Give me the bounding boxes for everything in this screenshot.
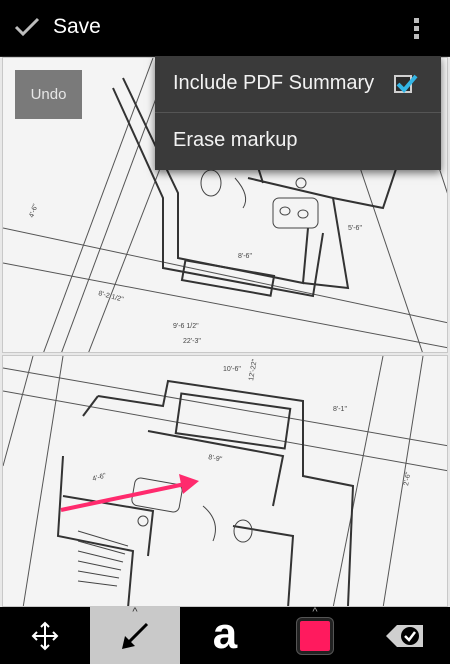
overflow-menu: Include PDF Summary Erase markup xyxy=(155,56,441,170)
erase-markup-item[interactable]: Erase markup xyxy=(155,113,441,169)
color-swatch-icon xyxy=(297,617,333,654)
caret-up-icon: ^ xyxy=(132,606,138,618)
dimension-text: 5'-6" xyxy=(348,225,362,232)
include-pdf-summary-label: Include PDF Summary xyxy=(173,72,375,94)
dimension-text: 2'-6" xyxy=(403,471,412,486)
checkmark-icon xyxy=(14,17,40,37)
dimension-text: 22'-3" xyxy=(183,338,201,345)
include-pdf-summary-checkbox[interactable] xyxy=(394,74,418,93)
arrow-markup-icon xyxy=(122,622,149,649)
dimension-text: 10'-6" xyxy=(223,366,241,373)
dimension-text: 8'-1" xyxy=(333,406,347,413)
include-pdf-summary-item[interactable]: Include PDF Summary xyxy=(155,56,441,112)
dimension-text: 8'-2 1/2" xyxy=(97,290,124,304)
erase-markup-label: Erase markup xyxy=(173,129,298,151)
document-page-2[interactable]: 8'-9" 10'-6" 12'-22" 8'-1" 4'-6" 2'-6" xyxy=(2,355,448,607)
arrow-markup[interactable] xyxy=(60,474,199,512)
dimension-text: 4'-6" xyxy=(28,203,40,219)
text-tool-button[interactable]: a xyxy=(180,607,270,664)
overflow-menu-icon[interactable] xyxy=(400,10,436,46)
undo-button[interactable]: Undo xyxy=(15,70,82,119)
dimension-text: 9'-6 1/2" xyxy=(173,323,199,330)
action-bar: Save xyxy=(0,0,450,57)
dimension-text: 8'-9" xyxy=(208,454,223,463)
caret-up-icon: ^ xyxy=(312,606,318,618)
arrow-tool-button[interactable]: ^ xyxy=(90,607,180,664)
dimension-text: 8'-6" xyxy=(238,253,252,260)
erase-confirm-icon xyxy=(386,624,423,647)
save-label: Save xyxy=(53,15,101,38)
dimension-text: 4'-6" xyxy=(92,472,108,483)
checkmark-icon xyxy=(396,74,418,93)
move-tool-button[interactable] xyxy=(0,607,90,664)
floor-plan-drawing: 8'-9" 10'-6" 12'-22" 8'-1" 4'-6" 2'-6" xyxy=(3,356,447,606)
move-icon xyxy=(31,621,59,650)
color-picker-button[interactable]: ^ xyxy=(270,607,360,664)
save-button[interactable]: Save xyxy=(0,0,130,56)
bottom-toolbar: ^ a ^ xyxy=(0,607,450,664)
text-tool-icon: a xyxy=(212,608,238,658)
dimension-text: 12'-22" xyxy=(248,358,259,381)
erase-confirm-button[interactable] xyxy=(360,607,450,664)
